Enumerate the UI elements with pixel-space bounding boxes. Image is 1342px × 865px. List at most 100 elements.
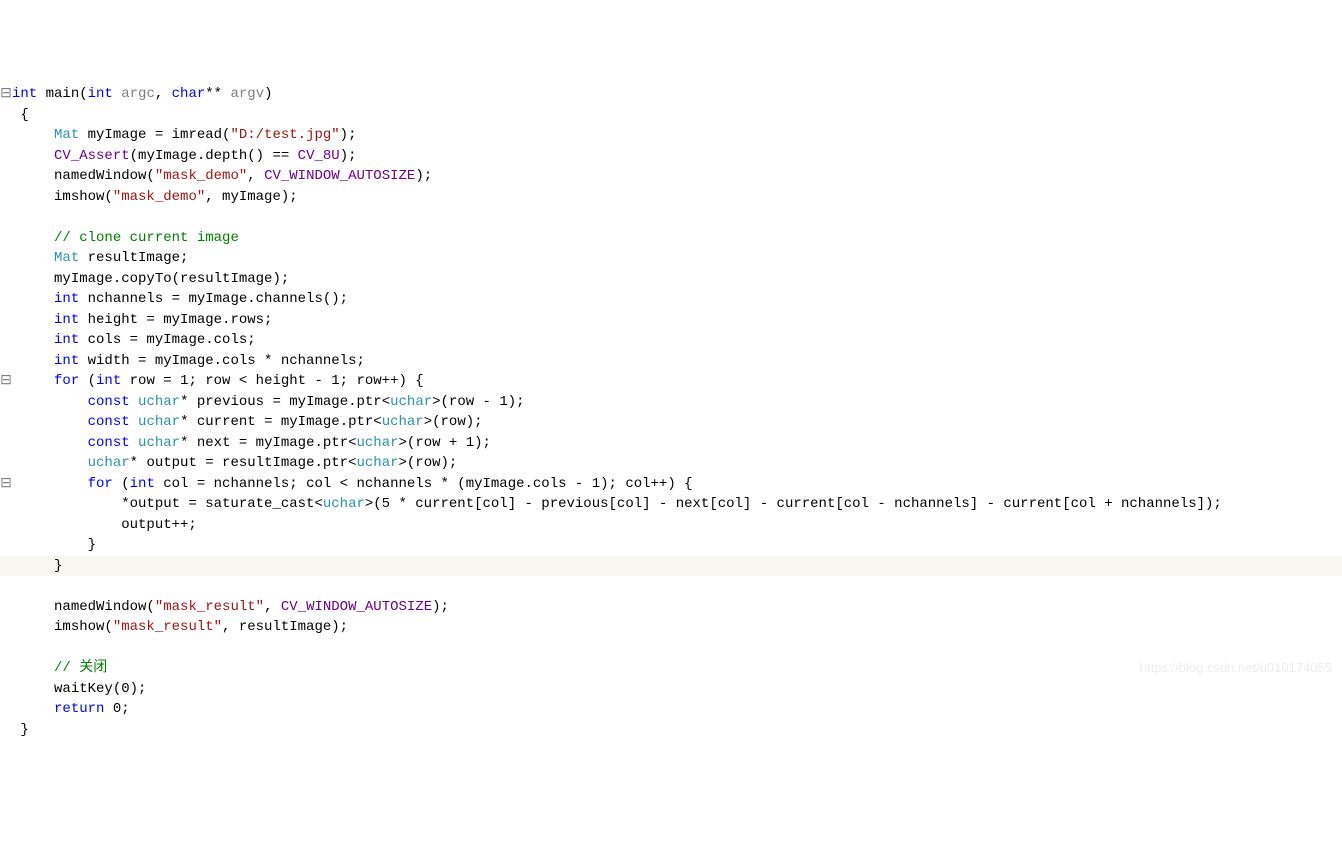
- code-line: const uchar* previous = myImage.ptr<ucha…: [0, 392, 1342, 413]
- code-line: }: [0, 535, 1342, 556]
- code-token: "mask_demo": [155, 168, 247, 184]
- indent: [12, 537, 88, 553]
- gutter-blank: [0, 699, 12, 720]
- code-line: namedWindow("mask_demo", CV_WINDOW_AUTOS…: [0, 166, 1342, 187]
- code-token: const: [88, 414, 138, 430]
- gutter-blank: [0, 248, 12, 269]
- code-token: for: [88, 476, 122, 492]
- code-token: CV_WINDOW_AUTOSIZE: [264, 168, 415, 184]
- code-token: ,: [264, 599, 281, 615]
- gutter-blank: [0, 166, 12, 187]
- code-token: int: [12, 86, 46, 102]
- indent: [12, 722, 20, 738]
- code-token: >(5 * current[col] - previous[col] - nex…: [365, 496, 1222, 512]
- indent: [12, 373, 54, 389]
- code-token: int: [54, 332, 88, 348]
- code-line: }: [0, 556, 1342, 577]
- indent: [12, 435, 88, 451]
- code-token: uchar: [88, 455, 130, 471]
- code-token: * current = myImage.ptr<: [180, 414, 382, 430]
- code-line: Mat resultImage;: [0, 248, 1342, 269]
- indent: [12, 332, 54, 348]
- code-token: imshow(: [54, 619, 113, 635]
- code-line: waitKey(0);: [0, 679, 1342, 700]
- code-token: int: [130, 476, 164, 492]
- code-line: namedWindow("mask_result", CV_WINDOW_AUT…: [0, 597, 1342, 618]
- code-token: >(row + 1);: [399, 435, 491, 451]
- code-line: }: [0, 720, 1342, 741]
- code-line: // clone current image: [0, 228, 1342, 249]
- code-token: CV_Assert: [54, 148, 130, 164]
- code-token: int: [88, 86, 122, 102]
- code-token: int: [96, 373, 130, 389]
- code-token: }: [88, 537, 96, 553]
- code-line: ⊟ for (int col = nchannels; col < nchann…: [0, 474, 1342, 495]
- code-token: myImage.copyTo(resultImage);: [54, 271, 289, 287]
- code-token: uchar: [138, 414, 180, 430]
- code-line: [0, 576, 1342, 597]
- indent: [12, 558, 54, 574]
- code-token: (: [121, 476, 129, 492]
- fold-icon[interactable]: ⊟: [0, 474, 12, 495]
- code-token: uchar: [382, 414, 424, 430]
- gutter-blank: [0, 556, 12, 577]
- gutter-blank: [0, 658, 12, 679]
- code-line: ⊟ for (int row = 1; row < height - 1; ro…: [0, 371, 1342, 392]
- code-token: ): [264, 86, 272, 102]
- indent: [12, 250, 54, 266]
- fold-icon[interactable]: ⊟: [0, 371, 12, 392]
- code-token: cols = myImage.cols;: [88, 332, 256, 348]
- code-token: int: [54, 312, 88, 328]
- code-line: return 0;: [0, 699, 1342, 720]
- code-token: }: [20, 722, 28, 738]
- code-token: int: [54, 291, 88, 307]
- code-token: width = myImage.cols * nchannels;: [88, 353, 365, 369]
- gutter-blank: [0, 351, 12, 372]
- code-token: }: [54, 558, 62, 574]
- code-token: myImage = imread(: [88, 127, 231, 143]
- code-token: namedWindow(: [54, 599, 155, 615]
- code-line: Mat myImage = imread("D:/test.jpg");: [0, 125, 1342, 146]
- code-line: myImage.copyTo(resultImage);: [0, 269, 1342, 290]
- code-token: height = myImage.rows;: [88, 312, 273, 328]
- indent: [12, 599, 54, 615]
- code-token: "D:/test.jpg": [230, 127, 339, 143]
- gutter-blank: [0, 720, 12, 741]
- code-line: // 关闭: [0, 658, 1342, 679]
- code-token: **: [205, 86, 230, 102]
- code-line: *output = saturate_cast<uchar>(5 * curre…: [0, 494, 1342, 515]
- indent: [12, 496, 121, 512]
- code-block: ⊟int main(int argc, char** argv) { Mat m…: [0, 82, 1342, 742]
- code-token: "mask_result": [113, 619, 222, 635]
- code-token: main(: [46, 86, 88, 102]
- code-token: );: [340, 127, 357, 143]
- code-token: , resultImage);: [222, 619, 348, 635]
- fold-icon[interactable]: ⊟: [0, 84, 12, 105]
- code-line: const uchar* next = myImage.ptr<uchar>(r…: [0, 433, 1342, 454]
- gutter-blank: [0, 105, 12, 126]
- indent: [12, 476, 88, 492]
- code-token: );: [415, 168, 432, 184]
- gutter-blank: [0, 187, 12, 208]
- code-token: uchar: [323, 496, 365, 512]
- code-line: int width = myImage.cols * nchannels;: [0, 351, 1342, 372]
- code-token: ,: [155, 86, 172, 102]
- indent: [12, 291, 54, 307]
- code-line: imshow("mask_demo", myImage);: [0, 187, 1342, 208]
- indent: [12, 701, 54, 717]
- gutter-blank: [0, 453, 12, 474]
- code-token: waitKey(0);: [54, 681, 146, 697]
- code-token: );: [340, 148, 357, 164]
- gutter-blank: [0, 207, 12, 228]
- code-line: imshow("mask_result", resultImage);: [0, 617, 1342, 638]
- code-line: uchar* output = resultImage.ptr<uchar>(r…: [0, 453, 1342, 474]
- code-line: [0, 207, 1342, 228]
- indent: [12, 189, 54, 205]
- code-token: * output = resultImage.ptr<: [130, 455, 357, 471]
- code-token: );: [432, 599, 449, 615]
- indent: [12, 353, 54, 369]
- code-token: , myImage);: [205, 189, 297, 205]
- gutter-blank: [0, 617, 12, 638]
- code-token: "mask_result": [155, 599, 264, 615]
- code-token: >(row - 1);: [432, 394, 524, 410]
